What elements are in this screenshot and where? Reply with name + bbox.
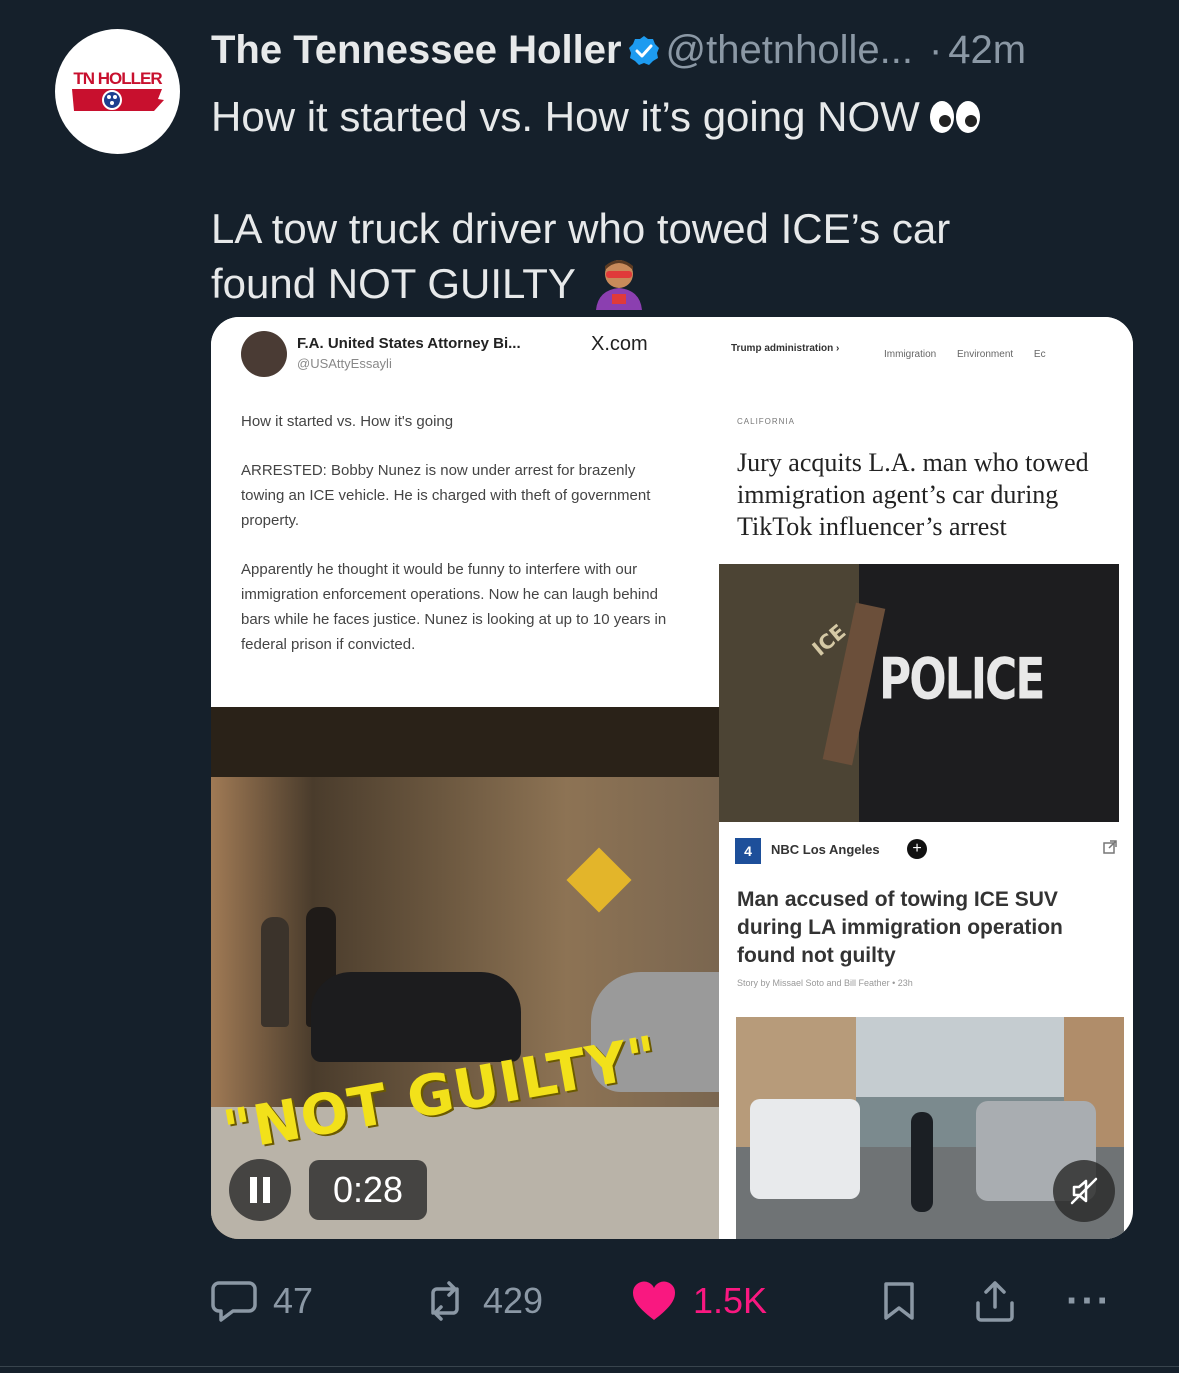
person-figure [261,917,289,1027]
post-text-line2: LA tow truck driver who towed ICE’s car [211,205,951,252]
quoted-name: F.A. United States Attorney Bi... [297,335,521,352]
nbc-byline: Story by Missael Soto and Bill Feather •… [737,978,913,988]
repost-icon [431,1281,459,1321]
eyes-emoji-icon [928,94,982,148]
repost-count: 429 [483,1280,544,1321]
article-screenshot: Trump administration › Immigration Envir… [719,317,1133,562]
quoted-source: X.com [591,333,648,355]
separator-dot: · [928,28,943,72]
verified-badge-icon [628,35,660,72]
tennessee-flag-icon [72,89,164,111]
bottom-divider [0,1366,1179,1367]
more-icon: ··· [1066,1278,1112,1323]
bookmark-button[interactable] [881,1278,917,1324]
reply-count: 47 [273,1280,314,1321]
quoted-line1: How it started vs. How it's going [241,413,454,430]
nbc-source: NBC Los Angeles [771,842,880,857]
pause-button[interactable] [229,1159,291,1221]
police-label: POLICE [879,646,1045,713]
car-figure [311,972,521,1062]
article-headline: Jury acquits L.A. man who towed immigrat… [737,448,1089,541]
quoted-handle: @USAttyEssayli [297,356,392,371]
author-handle[interactable]: @thetnholle... [666,28,913,72]
quoted-tweet-image: F.A. United States Attorney Bi... @USAtt… [211,317,719,707]
post-text: How it started vs. How it’s going NOW LA… [211,90,1131,323]
like-count: 1.5K [693,1280,768,1321]
post-text-line3: found NOT GUILTY [211,260,576,307]
media-card[interactable]: F.A. United States Attorney Bi... @USAtt… [211,317,1133,1239]
article-kicker: CALIFORNIA [737,417,796,426]
more-button[interactable]: ··· [1066,1278,1112,1324]
video-still: "NOT GUILTY" [211,707,719,1239]
repost-button[interactable]: 429 [423,1278,543,1324]
quoted-para1: ARRESTED: Bobby Nunez is now under arres… [241,462,651,529]
avatar-logo-text: TN HOLLER [73,69,162,88]
post-time[interactable]: 42m [948,28,1026,72]
heart-icon [632,1281,676,1320]
nbc-article-card: 4 NBC Los Angeles + Man accused of towin… [719,822,1133,1017]
person-figure [911,1112,933,1212]
quoted-avatar [241,331,287,377]
nbc-headline: Man accused of towing ICE SUV during LA … [737,888,1063,967]
bookmark-icon [884,1282,914,1320]
mute-button[interactable] [1053,1160,1115,1222]
post-header: The Tennessee Holler @thetnholle... · 42m [211,28,1139,78]
author-avatar[interactable]: TN HOLLER [55,29,180,154]
superhero-emoji-icon [590,256,648,323]
post-text-line1: How it started vs. How it’s going NOW [211,93,920,140]
action-bar: 47 429 1.5K ··· [211,1278,1131,1324]
reply-icon [211,1281,257,1322]
truck-figure [750,1099,860,1199]
like-button[interactable]: 1.5K [631,1278,767,1324]
article-nav: Trump administration › [731,343,840,354]
external-link-icon [1103,840,1117,857]
reply-button[interactable]: 47 [211,1278,313,1324]
share-icon [976,1281,1014,1322]
quoted-body: How it started vs. How it's going ARREST… [241,409,681,681]
author-name[interactable]: The Tennessee Holler [211,28,622,72]
video-timecode: 0:28 [309,1160,427,1220]
nbc-logo: 4 [735,838,761,864]
police-photo: ICE POLICE [719,564,1119,822]
follow-plus-icon: + [907,839,927,859]
muted-speaker-icon [1070,1177,1098,1205]
quoted-para2: Apparently he thought it would be funny … [241,561,667,653]
share-button[interactable] [974,1278,1016,1324]
article-tabs: Immigration Environment Ec [884,349,1046,360]
